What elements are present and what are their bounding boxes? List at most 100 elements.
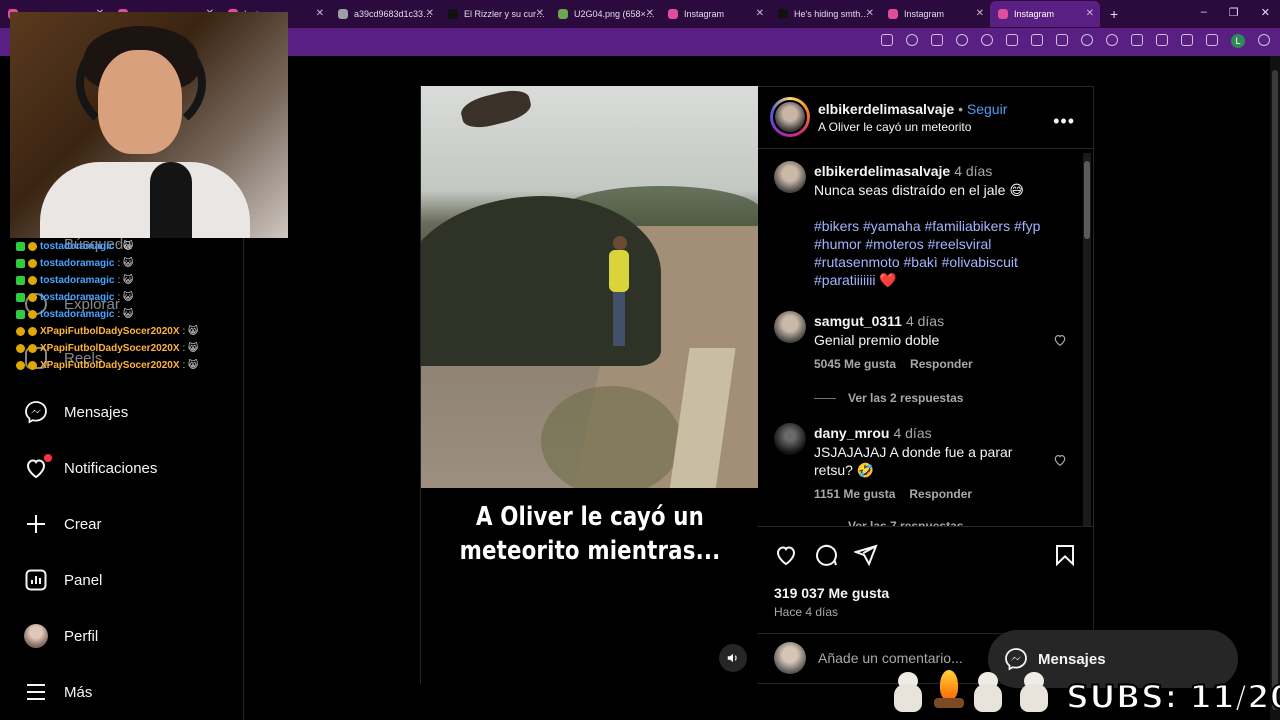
close-tab-icon[interactable]: ✕ xyxy=(976,8,984,19)
like-comment-heart-icon[interactable] xyxy=(1053,453,1067,467)
view-replies-button[interactable]: Ver las 2 respuestas xyxy=(814,391,963,405)
nav-more[interactable]: Más xyxy=(24,680,92,704)
extension-audio-icon[interactable] xyxy=(956,34,968,46)
close-window-button[interactable]: ✕ xyxy=(1261,6,1270,19)
nav-dashboard[interactable]: Panel xyxy=(24,568,102,592)
bookmark-star-icon[interactable] xyxy=(931,34,943,46)
new-tab-button[interactable]: + xyxy=(1110,6,1118,22)
like-heart-icon[interactable] xyxy=(774,543,798,567)
chat-username[interactable]: tostadoramagic xyxy=(40,292,114,303)
comment-likes[interactable]: 5045 Me gusta xyxy=(814,357,896,371)
shirt-shape xyxy=(40,162,250,238)
view-replies-label: Ver las 2 respuestas xyxy=(848,391,964,405)
chat-username[interactable]: XPapiFutbolDadySocer2020X xyxy=(40,360,180,371)
chat-username[interactable]: tostadoramagic xyxy=(40,275,114,286)
extension-icon[interactable] xyxy=(981,34,993,46)
hashtags-line-1[interactable]: #bikers #yamaha #familiabikers #fyp xyxy=(814,217,1040,235)
avatar[interactable] xyxy=(774,423,806,455)
comment-header: dany_mrou 4 días xyxy=(814,425,932,443)
reply-button[interactable]: Responder xyxy=(909,487,972,501)
hashtags-line-3[interactable]: #rutasenmoto #bakì #olivabiscuit xyxy=(814,253,1018,271)
nav-messages[interactable]: Mensajes xyxy=(24,400,128,424)
maximize-button[interactable]: ❐ xyxy=(1229,6,1239,19)
like-count[interactable]: 319 037 Me gusta xyxy=(774,585,889,601)
like-comment-heart-icon[interactable] xyxy=(1053,333,1067,347)
mute-button[interactable] xyxy=(719,644,747,672)
author-story-ring[interactable] xyxy=(770,97,810,137)
nav-profile[interactable]: Perfil xyxy=(24,624,98,648)
close-tab-icon[interactable]: ✕ xyxy=(426,8,434,19)
browser-tab[interactable]: Instagram ✕ xyxy=(880,1,990,27)
save-bookmark-icon[interactable] xyxy=(1053,543,1077,567)
tab-search-icon[interactable] xyxy=(1056,34,1068,46)
chat-text: : 😺 xyxy=(117,241,134,252)
menu-dots-icon[interactable] xyxy=(1258,34,1270,46)
comments-scrollbar[interactable] xyxy=(1083,153,1091,526)
download-icon[interactable] xyxy=(1181,34,1193,46)
chat-username[interactable]: XPapiFutbolDadySocer2020X xyxy=(40,326,180,337)
close-tab-icon[interactable]: ✕ xyxy=(536,8,544,19)
chat-text: : 😸 xyxy=(182,360,199,371)
tab-title: a39cd9683d1c33… xyxy=(354,9,433,19)
close-tab-icon[interactable]: ✕ xyxy=(646,8,654,19)
subs-goal-counter: SUBS: 11/20 xyxy=(1065,677,1280,717)
hashtags-line-2[interactable]: #humor #moteros #reelsviral xyxy=(814,235,991,253)
browser-tab[interactable]: He's hiding smth… ✕ xyxy=(770,1,880,27)
chat-message: tostadoramagic: 😺 xyxy=(16,289,236,306)
screenshot-icon[interactable] xyxy=(1006,34,1018,46)
comment-username[interactable]: dany_mrou xyxy=(814,425,889,441)
reading-list-icon[interactable] xyxy=(1206,34,1218,46)
shield-icon[interactable] xyxy=(1156,34,1168,46)
chat-username[interactable]: tostadoramagic xyxy=(40,241,114,252)
close-tab-icon[interactable]: ✕ xyxy=(756,8,764,19)
browser-tab[interactable]: Instagram ✕ xyxy=(990,1,1100,27)
avatar[interactable] xyxy=(774,311,806,343)
author-username[interactable]: elbikerdelimasalvaje xyxy=(818,101,954,117)
follow-button[interactable]: Seguir xyxy=(967,101,1007,117)
share-paper-plane-icon[interactable] xyxy=(854,543,878,567)
key-icon[interactable] xyxy=(1131,34,1143,46)
comments-scrollbar-thumb[interactable] xyxy=(1084,161,1090,239)
chat-username[interactable]: tostadoramagic xyxy=(40,258,114,269)
page-scrollbar-thumb[interactable] xyxy=(1272,70,1278,710)
comment-username[interactable]: samgut_0311 xyxy=(814,313,902,329)
add-comment-input[interactable]: Añade un comentario... xyxy=(818,650,963,666)
reel-video[interactable] xyxy=(421,86,759,488)
comment-bubble-icon[interactable] xyxy=(814,543,838,567)
comment-likes[interactable]: 1151 Me gusta xyxy=(814,487,895,501)
tab-title: He's hiding smth… xyxy=(794,9,870,19)
history-icon[interactable] xyxy=(1106,34,1118,46)
close-tab-icon[interactable]: ✕ xyxy=(1086,8,1094,19)
profile-avatar[interactable]: L xyxy=(1231,34,1245,48)
chat-username[interactable]: XPapiFutbolDadySocer2020X xyxy=(40,343,180,354)
puzzle-icon[interactable] xyxy=(1031,34,1043,46)
chat-username[interactable]: tostadoramagic xyxy=(40,309,114,320)
comments-list: elbikerdelimasalvaje 4 días Nunca seas di… xyxy=(758,149,1093,527)
webcam-overlay xyxy=(10,12,288,238)
cast-icon[interactable] xyxy=(881,34,893,46)
zoom-icon[interactable] xyxy=(906,34,918,46)
avatar xyxy=(774,642,806,674)
browser-tab[interactable]: El Rizzler y su cur… ✕ xyxy=(440,1,550,27)
avatar[interactable] xyxy=(774,161,806,193)
hashtags-line-4[interactable]: #paratiiiiiii ❤️ xyxy=(814,271,897,289)
nav-create[interactable]: Crear xyxy=(24,512,102,536)
caption-username[interactable]: elbikerdelimasalvaje xyxy=(814,163,950,179)
page-scrollbar[interactable] xyxy=(1270,56,1280,720)
close-tab-icon[interactable]: ✕ xyxy=(866,8,874,19)
browser-tab[interactable]: U2G04.png (658×… ✕ xyxy=(550,1,660,27)
nav-dashboard-label: Panel xyxy=(64,571,103,589)
chat-text: : 😺 xyxy=(117,309,134,320)
more-options-icon[interactable]: ••• xyxy=(1053,111,1075,132)
post-audio-title[interactable]: A Oliver le cayó un meteorito xyxy=(818,120,971,134)
minimize-button[interactable]: – xyxy=(1201,6,1207,19)
chat-badge-icon xyxy=(28,361,37,370)
nav-notifications[interactable]: Notificaciones xyxy=(24,454,157,480)
favorites-icon[interactable] xyxy=(1081,34,1093,46)
close-tab-icon[interactable]: ✕ xyxy=(316,8,324,19)
browser-tab[interactable]: Instagram ✕ xyxy=(660,1,770,27)
browser-tab[interactable]: a39cd9683d1c33… ✕ xyxy=(330,1,440,27)
chat-text: : 😸 xyxy=(182,343,199,354)
view-replies-button[interactable]: Ver las 7 respuestas xyxy=(814,519,963,526)
reply-button[interactable]: Responder xyxy=(910,357,973,371)
